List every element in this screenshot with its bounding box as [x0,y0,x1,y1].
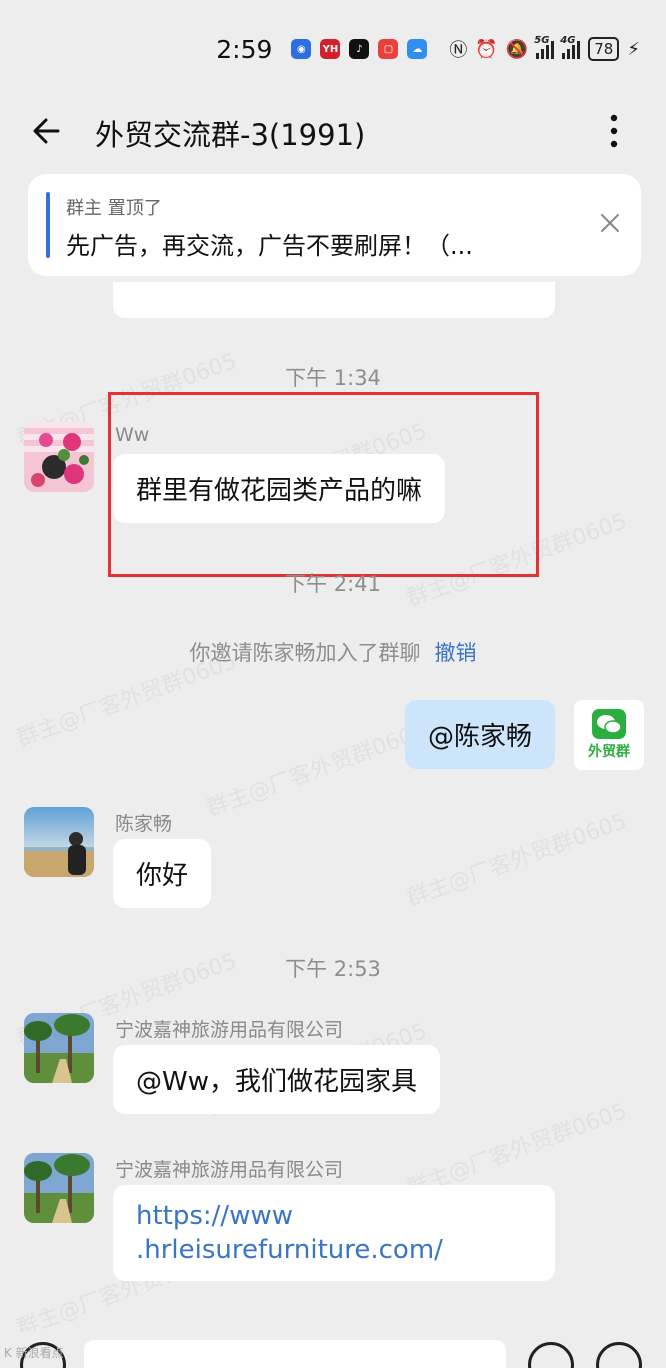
more-options-icon[interactable] [594,111,634,151]
sender-name: 陈家畅 [115,813,173,835]
avatar[interactable] [24,1013,94,1083]
yh-app-icon: YH [320,39,341,59]
invite-note-text: 你邀请陈家畅加入了群聊 [189,641,421,665]
avatar[interactable] [24,807,94,877]
avatar[interactable] [24,422,94,492]
signal-5g-icon: 5G [534,35,555,59]
alarm-icon: ⏰ [475,38,498,60]
sender-name: 宁波嘉神旅游用品有限公司 [115,1019,344,1041]
timestamp: 下午 2:41 [285,572,381,596]
red-square-app-icon: ▢ [378,39,399,59]
plus-icon[interactable] [596,1342,642,1368]
message-bubble[interactable]: 你好 [113,839,212,908]
message-bubble[interactable]: @Ww，我们做花园家具 [113,1045,440,1114]
blue-circle-app-icon: ◉ [291,39,312,59]
back-arrow-icon[interactable] [28,111,68,151]
tiktok-app-icon: ♪ [349,39,370,59]
timestamp: 下午 1:34 [285,366,381,390]
weather-app-icon: ☁ [407,39,428,59]
battery-indicator: 78 [588,37,620,61]
sender-name: 宁波嘉神旅游用品有限公司 [115,1159,344,1181]
message-input[interactable] [84,1340,506,1368]
status-bar: 2:59 ◉ YH ♪ ▢ ☁ Ⓝ ⏰ 🔕 5G 4G 78 ⚡ [0,0,666,98]
wechat-icon [592,709,626,739]
network-5g-label: 5G [534,35,550,46]
revoke-link[interactable]: 撤销 [435,641,477,665]
link-message-bubble[interactable]: https://www .hrleisurefurniture.com/ [113,1185,555,1281]
emoji-icon[interactable] [528,1342,574,1368]
previous-message-bubble[interactable] [113,282,555,318]
status-left: 2:59 ◉ YH ♪ ▢ ☁ [216,34,428,64]
watermark: 群主@厂客外贸群0605 [403,808,631,912]
charging-icon: ⚡ [627,38,640,60]
pinned-accent-bar [46,192,50,258]
network-4g-label: 4G [560,35,576,46]
chat-title: 外贸交流群-3(1991) [95,118,366,152]
avatar[interactable] [24,1153,94,1223]
mute-icon: 🔕 [505,38,529,60]
highlight-annotation [108,392,539,577]
status-time: 2:59 [216,34,273,64]
pinned-meta: 群主 置顶了 [66,198,162,219]
self-avatar-label: 外贸群 [588,744,630,760]
nfc-icon: Ⓝ [449,40,468,61]
pinned-message[interactable]: 群主 置顶了 先广告，再交流，广告不要刷屏！（... [28,174,641,276]
link-text-line-2[interactable]: .hrleisurefurniture.com/ [136,1233,532,1267]
system-note: 你邀请陈家畅加入了群聊 撤销 [0,637,666,667]
chat-header: 外贸交流群-3(1991) [0,98,666,164]
watermark: 群主@厂客外贸群0605 [203,718,431,822]
self-avatar[interactable]: 外贸群 [574,700,644,770]
status-right: Ⓝ ⏰ 🔕 5G 4G 78 ⚡ [449,35,640,62]
input-bar [0,1332,666,1368]
close-icon[interactable] [599,212,621,234]
link-text-line-1[interactable]: https://www [136,1199,532,1233]
signal-4g-icon: 4G [560,35,581,59]
pinned-text: 先广告，再交流，广告不要刷屏！（... [66,232,473,260]
self-message-bubble[interactable]: @陈家畅 [404,700,555,769]
source-watermark: K 新浪看点 [4,1346,64,1360]
chat-messages[interactable]: 群主@厂客外贸群0605 群主@厂客外贸群0605 群主@厂客外贸群0605 群… [0,282,666,1332]
timestamp: 下午 2:53 [285,957,381,981]
